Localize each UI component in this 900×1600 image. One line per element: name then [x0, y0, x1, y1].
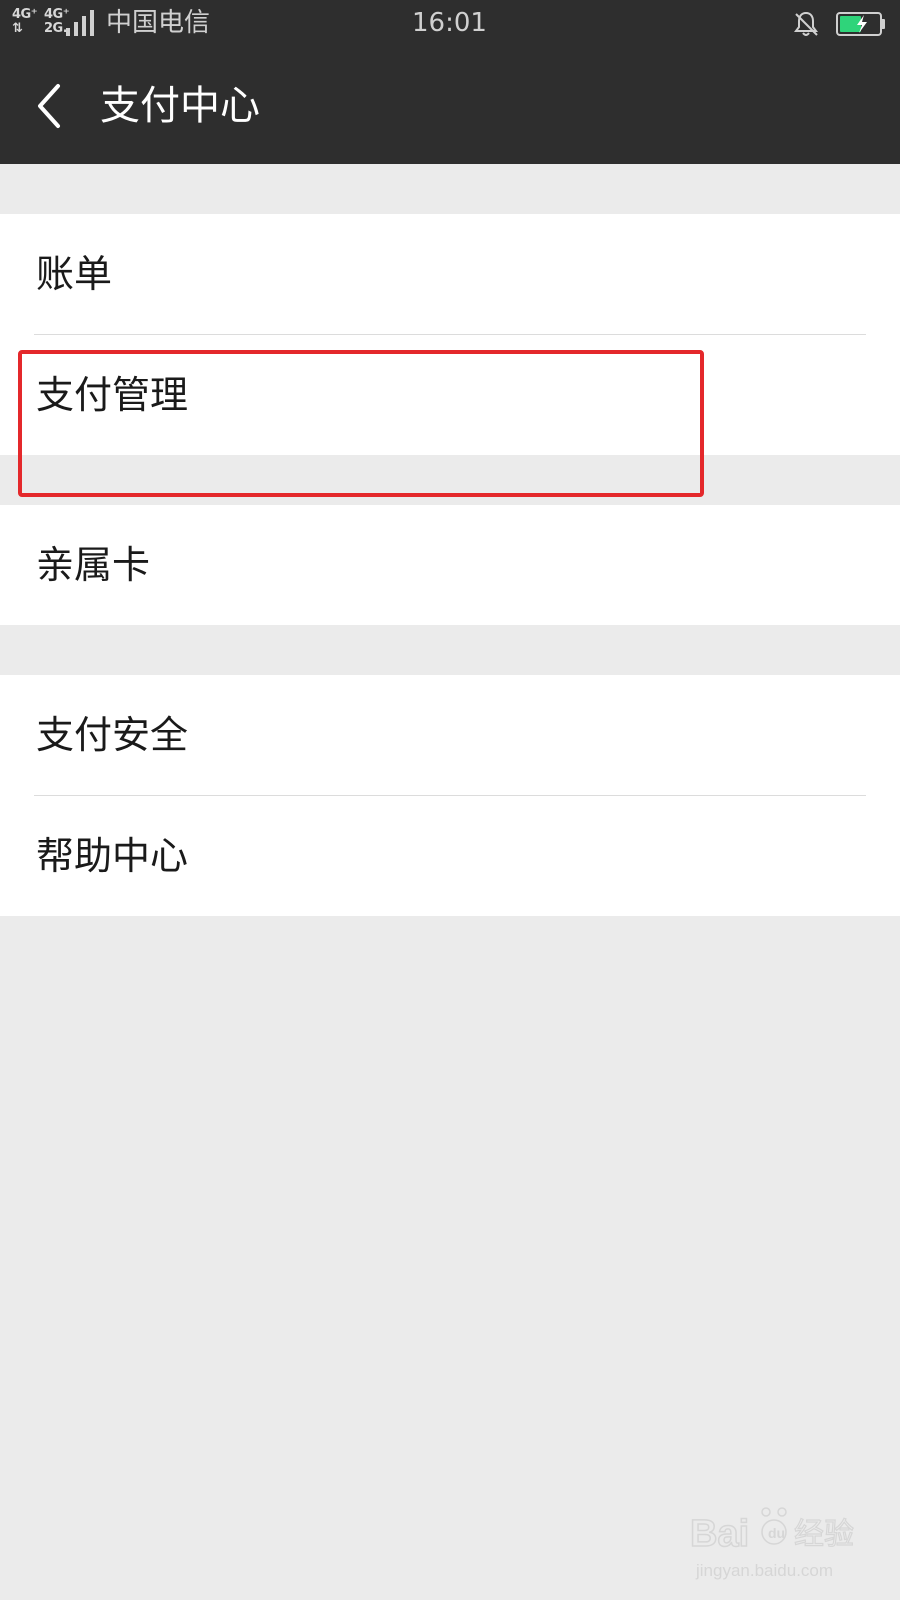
nav-bar: 支付中心: [0, 48, 900, 164]
svg-text:Bai: Bai: [690, 1513, 749, 1555]
menu-group-3: 支付安全 帮助中心: [0, 675, 900, 916]
svg-text:经验: 经验: [794, 1517, 854, 1552]
menu-item-label: 支付管理: [36, 373, 189, 417]
battery-charging-icon: [836, 12, 885, 36]
page-title: 支付中心: [100, 83, 260, 129]
menu-item-payment-security[interactable]: 支付安全: [0, 675, 900, 794]
menu-item-label: 账单: [36, 252, 113, 296]
menu-item-label: 亲属卡: [36, 543, 151, 587]
menu-item-bill[interactable]: 账单: [0, 214, 900, 333]
status-time: 16:01: [412, 8, 487, 38]
menu-group-1: 账单 支付管理: [0, 214, 900, 455]
menu-item-help-center[interactable]: 帮助中心: [0, 796, 900, 915]
carrier-name: 中国电信: [106, 8, 211, 38]
network-label-1: 4G⁺: [12, 7, 38, 22]
menu-item-payment-management[interactable]: 支付管理: [0, 335, 900, 454]
menu-item-label: 支付安全: [36, 713, 189, 757]
menu-group-2: 亲属卡: [0, 505, 900, 625]
menu-item-family-card[interactable]: 亲属卡: [0, 505, 900, 624]
svg-text:du: du: [768, 1525, 785, 1541]
network-label-4: 2G.: [44, 21, 68, 36]
baidu-watermark-logo: Bai du 经验 jingyan.baidu.com: [690, 1507, 855, 1580]
menu-item-label: 帮助中心: [36, 834, 189, 878]
bell-off-icon: [794, 11, 818, 36]
svg-text:jingyan.baidu.com: jingyan.baidu.com: [695, 1561, 833, 1580]
signal-icon: [66, 10, 94, 36]
network-label-3: ⇅: [12, 21, 23, 36]
chevron-left-icon[interactable]: [30, 80, 70, 132]
status-bar: 4G⁺ 4G⁺ ⇅ 2G. 中国电信 16:01: [0, 0, 900, 48]
